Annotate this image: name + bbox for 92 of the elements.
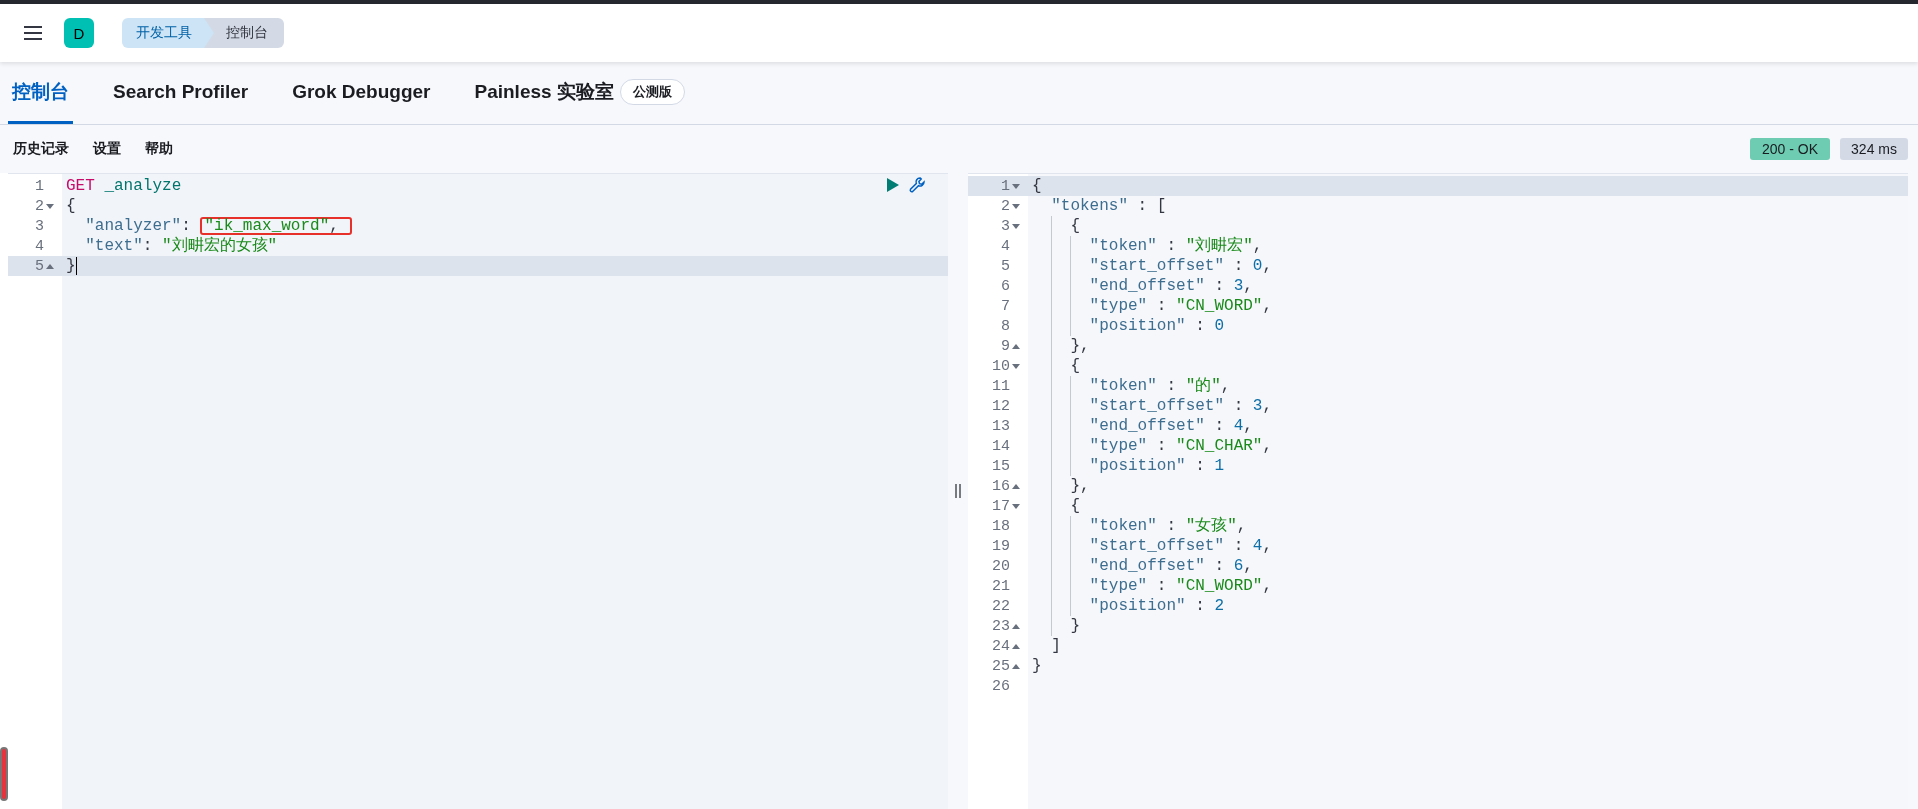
line-number: 15 bbox=[992, 457, 1010, 475]
fold-icon[interactable] bbox=[1012, 363, 1020, 369]
fold-icon[interactable] bbox=[1012, 223, 1020, 229]
line-number: 3 bbox=[1001, 217, 1010, 235]
code-line: GET _analyze bbox=[66, 176, 182, 196]
line-number: 5 bbox=[35, 257, 44, 275]
line-number: 4 bbox=[35, 237, 44, 255]
line-number: 16 bbox=[992, 477, 1010, 495]
code-line: "type" : "CN_WORD", bbox=[1032, 576, 1273, 596]
code-line: "start_offset" : 4, bbox=[1032, 536, 1273, 556]
scroll-indicator[interactable] bbox=[0, 747, 8, 801]
line-number: 6 bbox=[1001, 277, 1010, 295]
menu-button[interactable] bbox=[22, 24, 44, 42]
line-number: 7 bbox=[1001, 297, 1010, 315]
code-line: { bbox=[1032, 216, 1080, 236]
line-number: 5 bbox=[1001, 257, 1010, 275]
line-number: 25 bbox=[992, 657, 1010, 675]
code-line: "end_offset" : 4, bbox=[1032, 416, 1253, 436]
code-line: ] bbox=[1050, 636, 1061, 656]
code-line: "type" : "CN_WORD", bbox=[1032, 296, 1273, 316]
toolbar-link[interactable]: 历史记录 bbox=[13, 140, 69, 158]
fold-icon[interactable] bbox=[1012, 483, 1020, 489]
code-line: "start_offset" : 0, bbox=[1032, 256, 1273, 276]
code-line: "analyzer": "ik_max_word", bbox=[66, 216, 353, 236]
tab[interactable]: Painless 实验室 公测版 bbox=[470, 62, 689, 124]
line-number: 1 bbox=[35, 177, 44, 195]
toolbar-link[interactable]: 设置 bbox=[93, 140, 121, 158]
space-avatar[interactable]: D bbox=[64, 18, 94, 48]
fold-icon[interactable] bbox=[1012, 663, 1020, 669]
code-line: } bbox=[1032, 616, 1080, 636]
code-line: "position" : 2 bbox=[1032, 596, 1225, 616]
line-number: 22 bbox=[992, 597, 1010, 615]
code-line: "token" : "女孩", bbox=[1032, 516, 1247, 536]
code-line: { bbox=[1032, 176, 1042, 196]
breadcrumb[interactable]: 开发工具 bbox=[122, 18, 214, 48]
fold-icon[interactable] bbox=[1012, 183, 1020, 189]
code-line: "token" : "的", bbox=[1032, 376, 1231, 396]
code-line: { bbox=[1032, 356, 1080, 376]
beta-badge: 公测版 bbox=[619, 78, 685, 105]
code-line: "end_offset" : 3, bbox=[1032, 276, 1253, 296]
tab[interactable]: Search Profiler bbox=[109, 62, 253, 124]
tab[interactable]: 控制台 bbox=[8, 62, 73, 124]
code-line: } bbox=[1032, 656, 1042, 676]
fold-icon[interactable] bbox=[1012, 203, 1020, 209]
code-line: { bbox=[66, 196, 76, 216]
line-number: 9 bbox=[1001, 337, 1010, 355]
resize-handle-icon[interactable] bbox=[955, 484, 961, 498]
code-editor[interactable]: GET _analyze { "analyzer": "ik_max_word", "text": "刘畊宏的女孩" } bbox=[62, 174, 948, 809]
line-number: 24 bbox=[992, 637, 1010, 655]
fold-icon[interactable] bbox=[46, 263, 54, 269]
line-number: 2 bbox=[35, 197, 44, 215]
line-number: 10 bbox=[992, 357, 1010, 375]
fold-icon[interactable] bbox=[46, 203, 54, 209]
code-line: "end_offset" : 6, bbox=[1032, 556, 1253, 576]
line-number: 8 bbox=[1001, 317, 1010, 335]
line-number: 17 bbox=[992, 497, 1010, 515]
code-line: "position" : 0 bbox=[1032, 316, 1225, 336]
line-number: 3 bbox=[35, 217, 44, 235]
line-number: 11 bbox=[992, 377, 1010, 395]
line-number: 2 bbox=[1001, 197, 1010, 215]
code-line: "position" : 1 bbox=[1032, 456, 1225, 476]
line-number: 18 bbox=[992, 517, 1010, 535]
breadcrumb[interactable]: 控制台 bbox=[202, 18, 284, 48]
code-line: "tokens" : [ bbox=[1050, 196, 1167, 216]
fold-icon[interactable] bbox=[1012, 343, 1020, 349]
code-line: { bbox=[1032, 496, 1080, 516]
line-number: 21 bbox=[992, 577, 1010, 595]
line-number: 23 bbox=[992, 617, 1010, 635]
line-number: 13 bbox=[992, 417, 1010, 435]
line-number: 26 bbox=[992, 677, 1010, 695]
fold-icon[interactable] bbox=[1012, 643, 1020, 649]
fold-icon[interactable] bbox=[1012, 623, 1020, 629]
tab[interactable]: Grok Debugger bbox=[288, 62, 435, 124]
code-line: "type" : "CN_CHAR", bbox=[1032, 436, 1273, 456]
line-number: 4 bbox=[1001, 237, 1010, 255]
code-line: }, bbox=[1032, 336, 1090, 356]
line-number: 1 bbox=[1001, 177, 1010, 195]
code-line: }, bbox=[1032, 476, 1090, 496]
code-line: "start_offset" : 3, bbox=[1032, 396, 1273, 416]
line-number: 12 bbox=[992, 397, 1010, 415]
line-number: 19 bbox=[992, 537, 1010, 555]
time-badge: 324 ms bbox=[1840, 138, 1908, 160]
status-badge: 200 - OK bbox=[1750, 138, 1831, 160]
code-line: "text": "刘畊宏的女孩" bbox=[84, 236, 278, 256]
line-number: 14 bbox=[992, 437, 1010, 455]
fold-icon[interactable] bbox=[1012, 503, 1020, 509]
line-number: 20 bbox=[992, 557, 1010, 575]
toolbar-link[interactable]: 帮助 bbox=[145, 140, 173, 158]
play-button[interactable] bbox=[886, 177, 900, 193]
code-line: } bbox=[66, 256, 76, 276]
wrench-button[interactable] bbox=[908, 176, 926, 194]
code-line: "token" : "刘畊宏", bbox=[1032, 236, 1263, 256]
